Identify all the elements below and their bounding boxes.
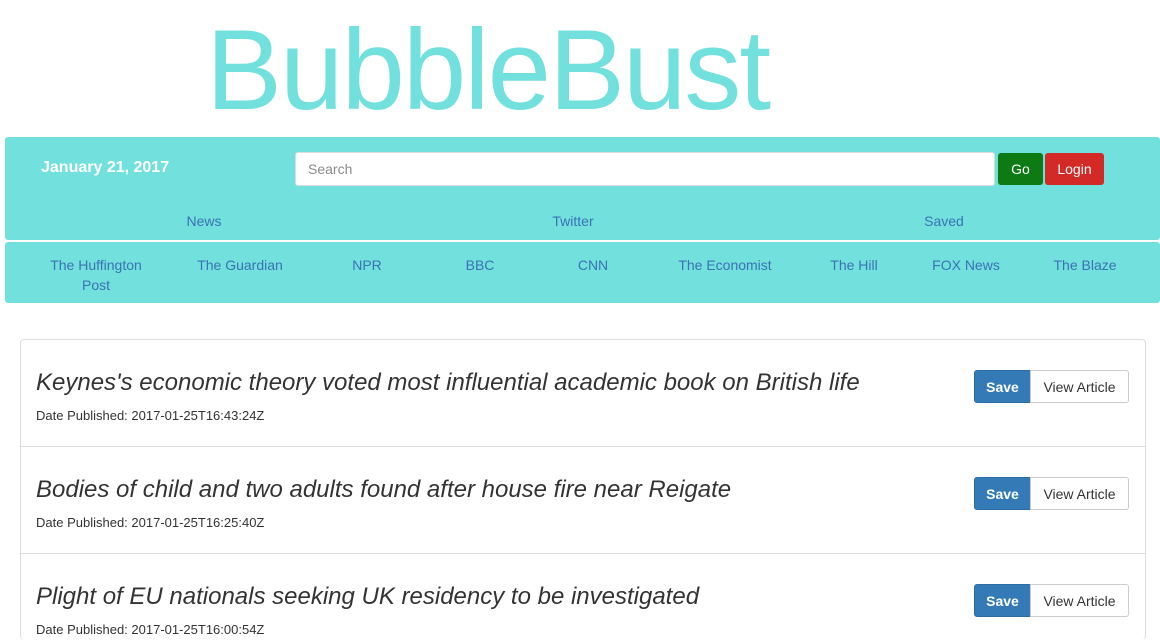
view-article-button[interactable]: View Article [1030, 584, 1129, 617]
view-article-button[interactable]: View Article [1030, 477, 1129, 510]
source-economist-link[interactable]: The Economist [678, 255, 771, 275]
source-huffington-post-link[interactable]: The Huffington Post [41, 255, 151, 295]
source-guardian-link[interactable]: The Guardian [197, 255, 283, 275]
save-button[interactable]: Save [974, 584, 1031, 617]
article-item: Keynes's economic theory voted most infl… [21, 340, 1145, 447]
nav-saved-link[interactable]: Saved [924, 213, 964, 229]
go-button[interactable]: Go [998, 153, 1043, 185]
search-input[interactable] [295, 152, 995, 186]
nav-twitter-link[interactable]: Twitter [552, 213, 593, 229]
save-button[interactable]: Save [974, 477, 1031, 510]
login-button[interactable]: Login [1045, 153, 1104, 185]
source-npr-link[interactable]: NPR [352, 255, 382, 275]
source-the-blaze-link[interactable]: The Blaze [1053, 255, 1116, 275]
current-date: January 21, 2017 [41, 159, 170, 176]
article-list: Keynes's economic theory voted most infl… [20, 339, 1146, 640]
article-date: Date Published: 2017-01-25T16:00:54Z [36, 622, 265, 637]
article-title: Bodies of child and two adults found aft… [36, 476, 732, 503]
source-cnn-link[interactable]: CNN [578, 255, 608, 275]
brand-logo: BubbleBust [206, 7, 771, 134]
article-title: Keynes's economic theory voted most infl… [36, 369, 860, 396]
top-navbar: January 21, 2017 Go Login News Twitter S… [5, 137, 1160, 240]
article-title: Plight of EU nationals seeking UK reside… [36, 583, 700, 610]
article-date: Date Published: 2017-01-25T16:25:40Z [36, 515, 265, 530]
nav-news-link[interactable]: News [186, 213, 221, 229]
article-item: Plight of EU nationals seeking UK reside… [21, 554, 1145, 640]
article-item: Bodies of child and two adults found aft… [21, 447, 1145, 554]
sources-navbar: The Huffington Post The Guardian NPR BBC… [5, 242, 1160, 303]
source-the-hill-link[interactable]: The Hill [830, 255, 877, 275]
article-date: Date Published: 2017-01-25T16:43:24Z [36, 408, 265, 423]
view-article-button[interactable]: View Article [1030, 370, 1129, 403]
save-button[interactable]: Save [974, 370, 1031, 403]
source-fox-news-link[interactable]: FOX News [932, 255, 1000, 275]
source-bbc-link[interactable]: BBC [466, 255, 495, 275]
